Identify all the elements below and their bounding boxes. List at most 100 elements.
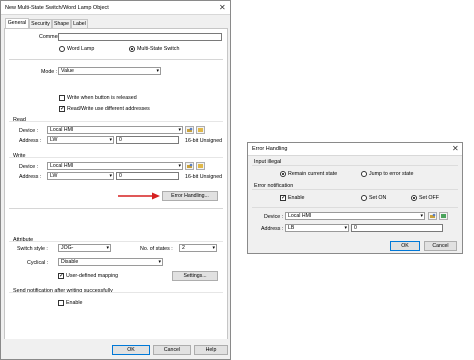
error-device-select[interactable]: Local HMI ▾	[285, 212, 425, 220]
chevron-down-icon: ▾	[158, 259, 161, 265]
settings-button[interactable]: Settings...	[172, 271, 218, 281]
divider	[9, 59, 223, 60]
set-on-label: Set ON	[369, 195, 387, 201]
chevron-down-icon: ▾	[109, 173, 112, 179]
num-states-value: 2	[182, 245, 185, 251]
cyclical-select[interactable]: Disable ▾	[58, 258, 163, 266]
tag-icon[interactable]	[439, 212, 448, 220]
read-address-field[interactable]: 0	[116, 136, 179, 144]
mode-value: Value	[61, 68, 74, 74]
set-off-label: Set OFF	[419, 195, 440, 201]
remain-current-state-radio[interactable]	[280, 171, 286, 177]
switch-style-value: JOG-	[61, 245, 74, 251]
error-device-label: Device :	[264, 214, 284, 220]
attribute-divider	[9, 241, 223, 242]
multi-state-switch-label: Multi-State Switch	[137, 46, 180, 52]
close-icon[interactable]: ✕	[452, 145, 459, 153]
user-defined-mapping-checkbox[interactable]: ✓	[58, 273, 64, 279]
error-cancel-button[interactable]: Cancel	[424, 241, 457, 251]
num-states-label: No. of states :	[140, 246, 173, 252]
read-address-type-select[interactable]: LW ▾	[47, 136, 114, 144]
settings-icon[interactable]	[185, 162, 194, 170]
write-device-value: Local HMI	[50, 163, 74, 169]
error-device-value: Local HMI	[288, 213, 312, 219]
user-defined-mapping-label: User-defined mapping	[66, 273, 119, 279]
chevron-down-icon: ▾	[156, 68, 159, 74]
word-lamp-radio[interactable]	[59, 46, 65, 52]
cyclical-value: Disable	[61, 259, 79, 265]
multi-state-switch-dialog: New Multi-State Switch/Word Lamp Object …	[0, 0, 231, 360]
set-on-radio[interactable]	[361, 195, 367, 201]
error-address-type-value: LB	[288, 225, 295, 231]
write-device-label: Device :	[19, 164, 39, 170]
error-address-type-select[interactable]: LB ▾	[285, 224, 349, 232]
read-write-different-label: Read/Write use different addresses	[67, 106, 150, 112]
notification-enable-label: Enable	[66, 300, 83, 306]
tag-icon[interactable]	[196, 162, 205, 170]
write-address-label: Address :	[19, 174, 42, 180]
num-states-select[interactable]: 2 ▾	[179, 244, 217, 252]
ok-button[interactable]: OK	[112, 345, 150, 355]
error-ok-button[interactable]: OK	[390, 241, 420, 251]
jump-to-error-state-radio[interactable]	[361, 171, 367, 177]
write-device-select[interactable]: Local HMI ▾	[47, 162, 183, 170]
write-section-title: Write	[13, 153, 26, 159]
set-off-radio[interactable]	[411, 195, 417, 201]
write-format-label: 16-bit Unsigned	[185, 174, 223, 180]
read-section-title: Read	[13, 117, 26, 123]
notification-enable-checkbox[interactable]	[58, 300, 64, 306]
divider	[9, 208, 223, 209]
mode-label: Mode :	[41, 69, 58, 75]
read-device-select[interactable]: Local HMI ▾	[47, 126, 183, 134]
mode-select[interactable]: Value ▾	[58, 67, 161, 75]
arrow-right-icon	[118, 192, 160, 200]
error-enable-label: Enable	[288, 195, 305, 201]
read-device-label: Device :	[19, 128, 39, 134]
write-address-type-value: LW	[50, 173, 58, 179]
error-address-field[interactable]: 0	[351, 224, 443, 232]
help-button[interactable]: Help	[194, 345, 228, 355]
chevron-down-icon: ▾	[106, 245, 109, 251]
error-enable-checkbox[interactable]: ✓	[280, 195, 286, 201]
send-notification-section-title: Send notification after writing successf…	[13, 288, 113, 294]
cyclical-label: Cyclical :	[27, 260, 49, 266]
error-handling-button[interactable]: Error Handling...	[162, 191, 218, 201]
settings-icon[interactable]	[428, 212, 437, 220]
write-address-type-select[interactable]: LW ▾	[47, 172, 114, 180]
error-title-bar: Error Handling ✕	[248, 143, 462, 156]
tab-shape[interactable]: Shape	[52, 19, 71, 28]
notification-divider	[9, 292, 223, 293]
read-address-label: Address :	[19, 138, 42, 144]
remain-current-state-label: Remain current state	[288, 171, 338, 177]
title-bar: New Multi-State Switch/Word Lamp Object …	[1, 1, 230, 15]
error-notification-divider	[252, 189, 458, 190]
word-lamp-label: Word Lamp	[67, 46, 95, 52]
chevron-down-icon: ▾	[178, 163, 181, 169]
error-dialog-title: Error Handling	[252, 146, 288, 152]
attribute-section-title: Attribute	[13, 237, 34, 243]
comment-field[interactable]	[58, 33, 222, 41]
chevron-down-icon: ▾	[212, 245, 215, 251]
read-address-type-value: LW	[50, 137, 58, 143]
write-when-released-checkbox[interactable]	[59, 95, 65, 101]
multi-state-switch-radio[interactable]	[129, 46, 135, 52]
tag-icon[interactable]	[196, 126, 205, 134]
tab-general[interactable]: General	[5, 18, 29, 28]
settings-icon[interactable]	[185, 126, 194, 134]
chevron-down-icon: ▾	[178, 127, 181, 133]
jump-to-error-state-label: Jump to error state	[369, 171, 414, 177]
chevron-down-icon: ▾	[109, 137, 112, 143]
write-when-released-label: Write when button is released	[67, 95, 137, 101]
input-illegal-divider	[252, 165, 458, 166]
cancel-button[interactable]: Cancel	[153, 345, 191, 355]
close-icon[interactable]: ✕	[219, 4, 226, 12]
switch-style-label: Switch style :	[17, 246, 48, 252]
divider	[252, 207, 458, 208]
write-address-field[interactable]: 0	[116, 172, 179, 180]
tab-security[interactable]: Security	[29, 19, 52, 28]
switch-style-select[interactable]: JOG- ▾	[58, 244, 111, 252]
read-write-different-checkbox[interactable]: ✓	[59, 106, 65, 112]
tab-label[interactable]: Label	[71, 19, 88, 28]
dialog-title: New Multi-State Switch/Word Lamp Object	[5, 5, 109, 11]
write-divider	[9, 157, 223, 158]
